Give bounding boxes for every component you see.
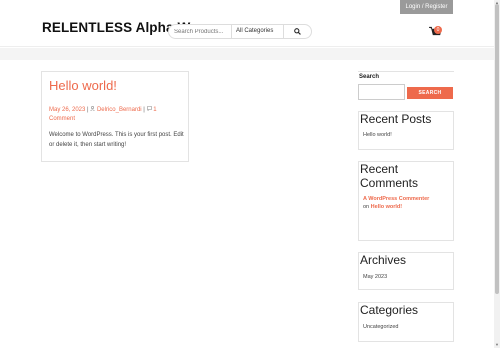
scrollbar[interactable]: ▲ ▼: [494, 0, 500, 348]
comment-author-link[interactable]: A WordPress Commenter: [363, 196, 429, 202]
post-date[interactable]: May 26, 2023: [49, 107, 85, 113]
categories-widget: Categories Uncategorized: [358, 302, 454, 342]
scrollbar-thumb[interactable]: [495, 4, 499, 294]
category-link[interactable]: Uncategorized: [363, 324, 398, 330]
scroll-down-arrow-icon[interactable]: ▼: [495, 342, 499, 347]
post-meta: May 26, 2023 | Delrico_Bernardi | 1 Comm…: [49, 106, 179, 124]
sidebar-search-input[interactable]: [358, 84, 405, 100]
recent-comment-entry: A WordPress Commenter: [363, 196, 429, 202]
archive-link[interactable]: May 2023: [363, 274, 387, 280]
recent-post-link[interactable]: Hello world!: [363, 132, 392, 138]
recent-posts-title: Recent Posts: [360, 112, 432, 126]
cart-count-badge: 0: [434, 26, 442, 34]
search-widget-label: Search: [359, 74, 380, 80]
post-card: Hello world! May 26, 2023 | Delrico_Bern…: [41, 71, 189, 162]
page-band: [0, 48, 500, 60]
recent-comment-post: on Hello world!: [363, 204, 402, 210]
top-bar: Login / Register: [0, 0, 500, 14]
search-icon: [294, 28, 301, 35]
comment-post-link[interactable]: Hello world!: [371, 204, 402, 210]
product-search-input[interactable]: [169, 25, 231, 38]
categories-title: Categories: [360, 303, 419, 317]
search-widget: Search SEARCH: [358, 71, 454, 103]
recent-comments-title: Recent Comments: [360, 162, 419, 190]
post-excerpt: Welcome to WordPress. This is your first…: [49, 132, 184, 148]
recent-comments-widget: Recent Comments A WordPress Commenter on…: [358, 161, 454, 241]
post-author[interactable]: Delrico_Bernardi: [97, 107, 142, 113]
archives-title: Archives: [360, 253, 407, 267]
recent-posts-widget: Recent Posts Hello world!: [358, 111, 454, 150]
archives-widget: Archives May 2023: [358, 252, 454, 290]
comment-on-text: on: [363, 204, 370, 210]
product-search-bar: All Categories: [168, 24, 312, 39]
login-register-button[interactable]: Login / Register: [400, 0, 453, 14]
category-select[interactable]: All Categories: [231, 25, 283, 38]
search-button[interactable]: [283, 25, 311, 38]
comment-icon: [146, 106, 152, 112]
sidebar-search-button[interactable]: SEARCH: [407, 87, 453, 99]
user-icon: [90, 106, 95, 112]
site-header: RELENTLESS Alpha Wear All Categories 0: [0, 14, 500, 47]
post-title[interactable]: Hello world!: [49, 78, 117, 93]
